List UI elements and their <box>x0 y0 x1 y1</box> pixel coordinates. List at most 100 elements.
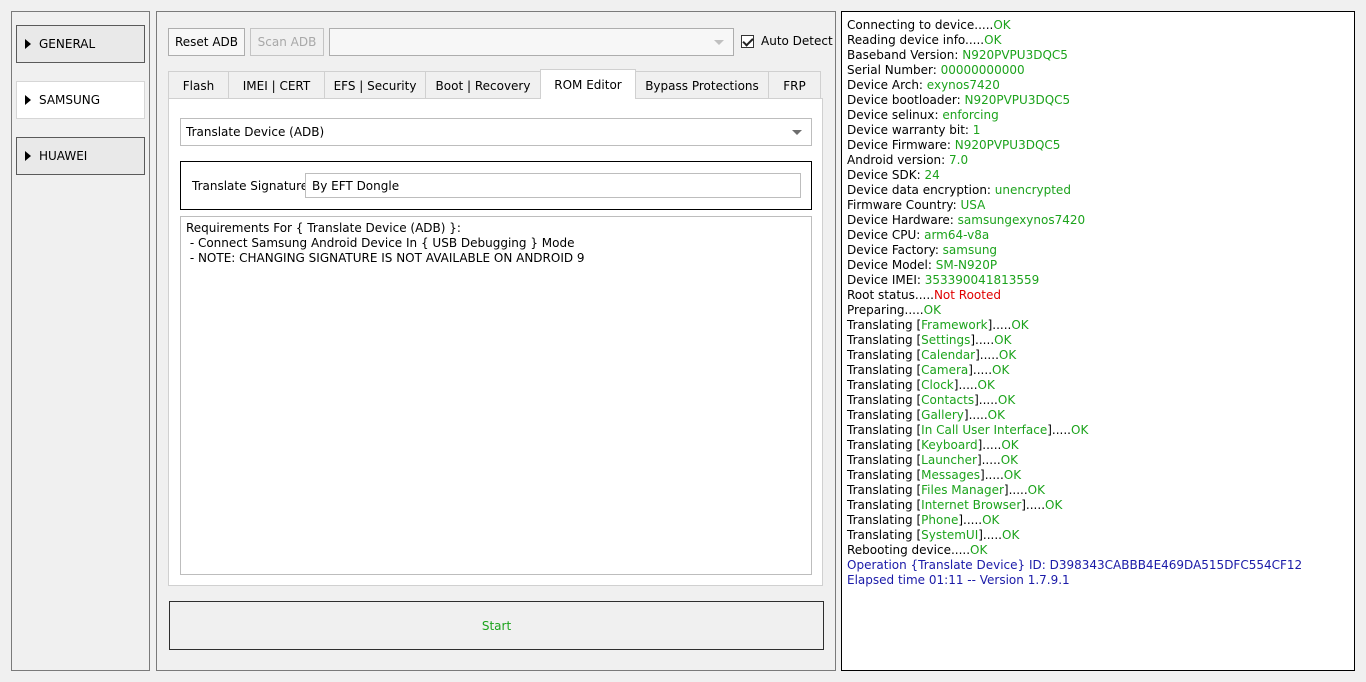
requirements-text[interactable]: Requirements For { Translate Device (ADB… <box>180 216 812 575</box>
port-select[interactable] <box>329 28 734 56</box>
log-segment: 1 <box>972 123 981 137</box>
log-segment: 7.0 <box>949 153 969 167</box>
log-line: Translating [SystemUI].....OK <box>847 528 1349 543</box>
log-segment: 24 <box>924 168 940 182</box>
log-segment: unencrypted <box>994 183 1071 197</box>
log-segment: Elapsed time 01:11 -- Version 1.7.9.1 <box>847 573 1070 587</box>
expand-arrow-icon <box>25 151 31 161</box>
auto-detect-label: Auto Detect <box>761 34 833 48</box>
sidebar-item-label: HUAWEI <box>39 149 88 163</box>
log-line: Reading device info.....OK <box>847 33 1349 48</box>
sidebar-item-samsung[interactable]: SAMSUNG <box>16 81 145 119</box>
log-segment: OK <box>992 363 1010 377</box>
log-segment: ]..... <box>1003 483 1028 497</box>
tab-flash[interactable]: Flash <box>168 71 229 99</box>
sidebar-item-huawei[interactable]: HUAWEI <box>16 137 145 175</box>
log-segment: ]..... <box>980 468 1004 482</box>
log-line: Translating [Settings].....OK <box>847 333 1349 348</box>
log-segment: ]..... <box>977 438 1002 452</box>
log-line: Connecting to device.....OK <box>847 18 1349 33</box>
log-panel[interactable]: Connecting to device.....OK Reading devic… <box>841 11 1355 671</box>
sidebar-item-general[interactable]: GENERAL <box>16 25 145 63</box>
chevron-down-icon <box>792 130 802 135</box>
log-segment: ]..... <box>976 453 1001 467</box>
log-segment: Device Model: <box>847 258 936 272</box>
log-segment: OK <box>1002 528 1020 542</box>
log-segment: Contacts <box>921 393 975 407</box>
tab-frp[interactable]: FRP <box>768 71 821 99</box>
log-line: Translating [Messages].....OK <box>847 468 1349 483</box>
log-segment: Translating [ <box>847 468 922 482</box>
log-segment: samsung <box>942 243 998 257</box>
reset-adb-button[interactable]: Reset ADB <box>168 28 245 56</box>
tab-boot-recovery[interactable]: Boot | Recovery <box>425 71 541 99</box>
signature-input[interactable] <box>305 173 801 198</box>
log-segment: N920PVPU3DQC5 <box>964 93 1071 107</box>
log-segment: enforcing <box>942 108 999 122</box>
log-line: Firmware Country: USA <box>847 198 1349 213</box>
log-list: Connecting to device.....OK Reading devic… <box>847 18 1349 588</box>
tab-rom-editor[interactable]: ROM Editor <box>540 69 636 99</box>
log-segment: Preparing..... <box>847 303 924 317</box>
signature-label: Translate Signature: <box>192 179 313 193</box>
log-segment: OK <box>1001 438 1019 452</box>
sidebar-item-label: SAMSUNG <box>39 93 101 107</box>
log-segment: Translating [ <box>847 483 922 497</box>
log-line: Translating [Clock].....OK <box>847 378 1349 393</box>
log-segment: Baseband Version: <box>847 48 963 62</box>
log-segment: OK <box>923 303 941 317</box>
log-segment: OK <box>997 393 1016 407</box>
log-segment: Operation {Translate Device} ID: D398343… <box>847 558 1303 572</box>
log-segment: Device IMEI: <box>847 273 925 287</box>
log-segment: Not Rooted <box>933 288 1001 302</box>
log-segment: 00000000000 <box>940 63 1025 77</box>
log-segment: OK <box>977 378 995 392</box>
log-line: Device Hardware: samsungexynos7420 <box>847 213 1349 228</box>
log-line: Translating [Gallery].....OK <box>847 408 1349 423</box>
log-segment: ]..... <box>970 333 995 347</box>
log-line: Device bootloader: N920PVPU3DQC5 <box>847 93 1349 108</box>
log-line: Device Arch: exynos7420 <box>847 78 1349 93</box>
start-button[interactable]: Start <box>169 601 824 650</box>
sidebar: GENERAL SAMSUNG HUAWEI <box>11 11 150 671</box>
log-line: Translating [Internet Browser].....OK <box>847 498 1349 513</box>
log-segment: ]..... <box>968 363 993 377</box>
tab-imei-cert[interactable]: IMEI | CERT <box>228 71 325 99</box>
log-segment: Translating [ <box>847 528 922 542</box>
log-segment: ]..... <box>1021 498 1046 512</box>
log-segment: Translating [ <box>847 363 922 377</box>
operation-select[interactable]: Translate Device (ADB) <box>180 118 812 146</box>
log-line: Root status.....Not Rooted <box>847 288 1349 303</box>
log-segment: Translating [ <box>847 498 922 512</box>
log-segment: OK <box>1003 468 1022 482</box>
tab-bypass-protections[interactable]: Bypass Protections <box>635 71 769 99</box>
log-segment: Translating [ <box>847 408 922 422</box>
log-line: Translating [Launcher].....OK <box>847 453 1349 468</box>
tab-efs-security[interactable]: EFS | Security <box>324 71 426 99</box>
log-segment: Device Hardware: <box>847 213 958 227</box>
log-segment: SystemUI <box>921 528 979 542</box>
log-segment: Translating [ <box>847 438 922 452</box>
log-segment: Device warranty bit: <box>847 123 973 137</box>
log-segment: ]..... <box>958 513 983 527</box>
log-line: Translating [Phone].....OK <box>847 513 1349 528</box>
sidebar-item-label: GENERAL <box>39 37 96 51</box>
log-segment: OK <box>1000 453 1019 467</box>
log-line: Baseband Version: N920PVPU3DQC5 <box>847 48 1349 63</box>
log-segment: ]..... <box>953 378 978 392</box>
scan-adb-button[interactable]: Scan ADB <box>250 28 324 56</box>
log-line: Device Factory: samsung <box>847 243 1349 258</box>
log-segment: Launcher <box>921 453 977 467</box>
log-segment: N920PVPU3DQC5 <box>962 48 1068 62</box>
log-segment: USA <box>960 198 986 212</box>
log-line: Elapsed time 01:11 -- Version 1.7.9.1 <box>847 573 1349 588</box>
signature-group: Translate Signature: <box>180 161 812 210</box>
auto-detect-checkbox[interactable] <box>741 35 754 48</box>
log-segment: Camera <box>921 363 969 377</box>
log-segment: Clock <box>921 378 954 392</box>
log-line: Translating [Contacts].....OK <box>847 393 1349 408</box>
log-segment: Messages <box>921 468 981 482</box>
log-line: Translating [Calendar].....OK <box>847 348 1349 363</box>
log-segment: OK <box>1071 423 1089 437</box>
log-segment: samsungexynos7420 <box>957 213 1086 227</box>
